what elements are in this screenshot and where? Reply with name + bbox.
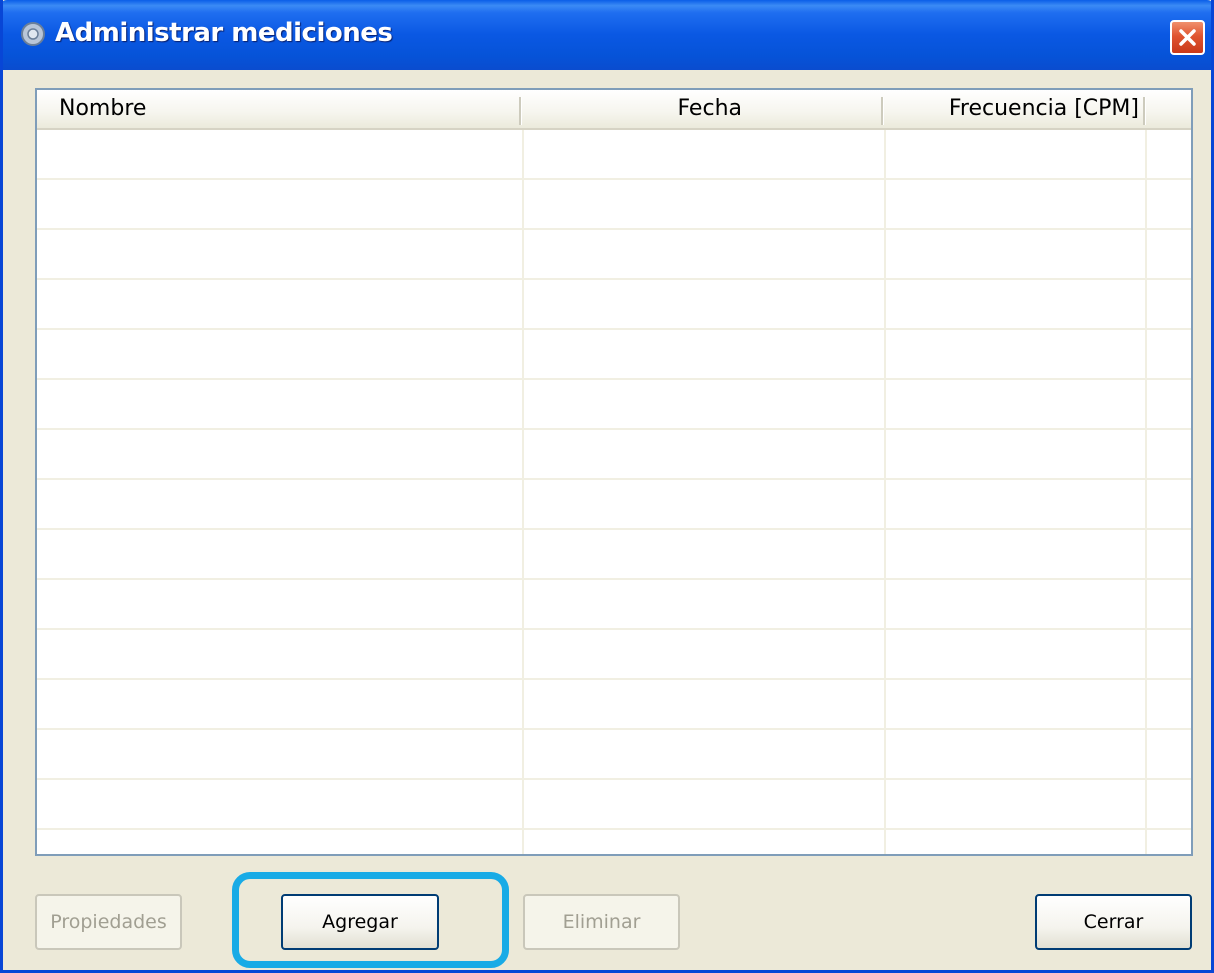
list-row[interactable]: [37, 830, 1191, 854]
list-row[interactable]: [37, 630, 1191, 680]
column-separator[interactable]: [1143, 97, 1146, 125]
list-header: Nombre Fecha Frecuencia [CPM]: [37, 90, 1191, 130]
column-separator[interactable]: [519, 97, 522, 125]
list-row[interactable]: [37, 580, 1191, 630]
close-button[interactable]: Cerrar: [1035, 894, 1192, 950]
column-header-frecuencia[interactable]: Frecuencia [CPM]: [885, 90, 1143, 128]
list-row[interactable]: [37, 130, 1191, 180]
list-row[interactable]: [37, 680, 1191, 730]
list-row[interactable]: [37, 730, 1191, 780]
close-window-button[interactable]: [1170, 20, 1205, 55]
list-row[interactable]: [37, 330, 1191, 380]
column-header-nombre[interactable]: Nombre: [59, 90, 519, 128]
close-icon: [1179, 29, 1196, 46]
list-row[interactable]: [37, 230, 1191, 280]
column-separator[interactable]: [881, 97, 884, 125]
properties-button[interactable]: Propiedades: [35, 894, 182, 950]
add-button[interactable]: Agregar: [281, 894, 439, 950]
measurements-list[interactable]: Nombre Fecha Frecuencia [CPM]: [35, 88, 1193, 856]
list-row[interactable]: [37, 430, 1191, 480]
list-row[interactable]: [37, 530, 1191, 580]
manage-measurements-dialog: Administrar mediciones Nombre Fecha Frec…: [0, 0, 1214, 973]
list-row[interactable]: [37, 480, 1191, 530]
list-row[interactable]: [37, 180, 1191, 230]
title-bar[interactable]: Administrar mediciones: [3, 0, 1211, 70]
list-row[interactable]: [37, 780, 1191, 830]
delete-button[interactable]: Eliminar: [523, 894, 680, 950]
column-header-fecha[interactable]: Fecha: [523, 90, 881, 128]
list-row[interactable]: [37, 380, 1191, 430]
list-row[interactable]: [37, 280, 1191, 330]
gear-icon: [21, 22, 45, 46]
window-title: Administrar mediciones: [55, 18, 393, 48]
